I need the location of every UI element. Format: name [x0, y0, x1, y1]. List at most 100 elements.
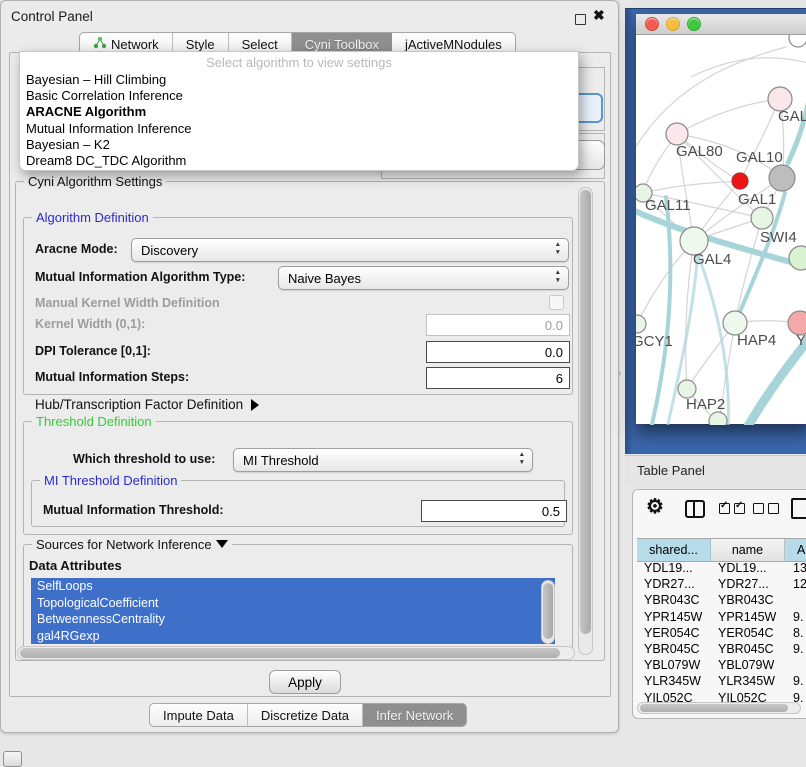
splitpane-handle[interactable]: › — [618, 368, 621, 379]
table-cell: 9. — [785, 673, 806, 689]
table-row[interactable]: YPR145WYPR145W9. — [637, 609, 806, 625]
table-header: shared... name A — [637, 538, 806, 562]
mi-steps-input[interactable] — [426, 367, 570, 389]
deselect-all-icon[interactable] — [753, 503, 779, 514]
network-canvas[interactable]: GALGAL80GAL10GAL11GAL1GAL4SWI4GCY1HAP4YH… — [636, 35, 806, 425]
algorithm-dropdown-list: Bayesian – Hill ClimbingBasic Correlatio… — [20, 72, 578, 169]
table-cell: 8. — [785, 625, 806, 641]
column-header-partial[interactable]: A — [785, 539, 806, 561]
sources-group-title[interactable]: Sources for Network Inference — [32, 537, 232, 552]
attribute-list-item[interactable]: gal4RGexp — [31, 628, 555, 645]
mi-algorithm-type-combobox[interactable]: Naive Bayes ▲▼ — [278, 266, 569, 290]
tab-label: Cyni Toolbox — [305, 37, 379, 52]
table-cell: YDL19... — [711, 560, 785, 576]
kernel-width-input[interactable] — [426, 314, 570, 336]
manual-kernel-width-checkbox[interactable] — [549, 295, 564, 310]
table-row[interactable]: YDR27...YDR27...12 — [637, 576, 806, 592]
table-horizontal-scrollbar[interactable] — [637, 702, 801, 714]
close-traffic-light[interactable] — [645, 17, 659, 31]
data-attributes-list[interactable]: SelfLoopsTopologicalCoefficientBetweenne… — [31, 578, 555, 644]
select-all-icon[interactable] — [719, 503, 745, 514]
table-cell: YDR27... — [711, 576, 785, 592]
table-panel: ⚙ shared... name A YDL19...YDL19...13YDR… — [632, 489, 806, 719]
combobox-value: Discovery — [141, 243, 198, 258]
tab-impute-data[interactable]: Impute Data — [150, 704, 248, 726]
network-node-swi4[interactable] — [789, 246, 806, 270]
table-cell — [785, 592, 806, 608]
network-window-titlebar[interactable] — [636, 14, 806, 35]
algorithm-option[interactable]: ARACNE Algorithm — [20, 104, 578, 120]
network-node-gcy1[interactable] — [636, 315, 646, 333]
table-row[interactable]: YBR045CYBR045C9. — [637, 641, 806, 657]
table-cell: YPR145W — [711, 609, 785, 625]
unchecked-box-icon — [768, 503, 779, 514]
which-threshold-combobox[interactable]: MI Threshold ▲▼ — [233, 448, 533, 472]
minimized-window-icon[interactable] — [3, 751, 22, 767]
attribute-list-item[interactable]: BetweennessCentrality — [31, 611, 555, 628]
settings-vertical-scrollbar[interactable] — [578, 187, 593, 655]
table-cell — [785, 657, 806, 673]
columns-icon[interactable] — [685, 500, 705, 518]
table-cell: YBR045C — [637, 641, 711, 657]
column-header-shared-name[interactable]: shared... — [637, 539, 711, 561]
window-title: Control Panel — [11, 9, 93, 24]
tab-discretize-data[interactable]: Discretize Data — [248, 704, 363, 726]
collapse-arrow-icon — [216, 540, 228, 548]
float-window-icon[interactable] — [575, 14, 586, 25]
network-node-selected-red[interactable] — [732, 173, 748, 189]
network-node-partial-bottom[interactable] — [709, 412, 727, 425]
network-node-partial-top[interactable] — [789, 35, 806, 47]
table-cell: YLR345W — [711, 673, 785, 689]
table-cell: YLR345W — [637, 673, 711, 689]
zoom-traffic-light[interactable] — [687, 17, 701, 31]
attributes-list-scrollbar[interactable] — [541, 580, 555, 644]
table-row[interactable]: YBR043CYBR043C — [637, 592, 806, 608]
tab-label: jActiveMNodules — [405, 37, 502, 52]
algorithm-option[interactable]: Mutual Information Inference — [20, 121, 578, 137]
mi-threshold-input[interactable] — [421, 500, 567, 522]
network-node-gal80[interactable] — [666, 123, 688, 145]
column-header-name[interactable]: name — [711, 539, 785, 561]
dpi-tolerance-input[interactable] — [426, 341, 570, 363]
network-node-gal10[interactable] — [769, 165, 795, 191]
minimize-traffic-light[interactable] — [666, 17, 680, 31]
node-label: GAL10 — [736, 149, 783, 166]
table-cell: YDL19... — [637, 560, 711, 576]
group-title: Cyni Algorithm Settings — [24, 174, 166, 189]
combobox-value: Naive Bayes — [288, 271, 361, 286]
table-panel-titlebar: Table Panel — [625, 455, 806, 485]
algorithm-option[interactable]: Basic Correlation Inference — [20, 88, 578, 104]
table-cell: 12 — [785, 576, 806, 592]
tab-label: Impute Data — [163, 708, 234, 723]
gear-icon[interactable]: ⚙ — [646, 494, 664, 519]
node-label: GCY1 — [636, 333, 673, 350]
attribute-list-item[interactable]: TopologicalCoefficient — [31, 595, 555, 612]
table-panel-title: Table Panel — [637, 463, 705, 478]
document-icon[interactable] — [791, 498, 806, 519]
attribute-list-item[interactable]: SelfLoops — [31, 578, 555, 595]
tab-label: Network — [111, 37, 159, 52]
network-tab-icon — [93, 36, 106, 52]
table-cell: YBR043C — [637, 592, 711, 608]
table-row[interactable]: YER054CYER054C8. — [637, 625, 806, 641]
algorithm-option[interactable]: Bayesian – K2 — [20, 137, 578, 153]
combobox-stepper-icon: ▲▼ — [555, 241, 561, 257]
hub-transcription-factor-section[interactable]: Hub/Transcription Factor Definition — [35, 397, 259, 412]
network-view-window: GALGAL80GAL10GAL11GAL1GAL4SWI4GCY1HAP4YH… — [636, 14, 806, 424]
algorithm-combobox[interactable]: Select algorithm to view settings — [20, 52, 578, 72]
aracne-mode-combobox[interactable]: Discovery ▲▼ — [131, 238, 569, 262]
settings-horizontal-scrollbar[interactable] — [17, 646, 575, 660]
apply-button[interactable]: Apply — [269, 670, 341, 694]
table-cell: 13 — [785, 560, 806, 576]
table-cell: YBR045C — [711, 641, 785, 657]
algorithm-option[interactable]: Bayesian – Hill Climbing — [20, 72, 578, 88]
table-row[interactable]: YDL19...YDL19...13 — [637, 560, 806, 576]
algorithm-option[interactable]: Dream8 DC_TDC Algorithm — [20, 153, 578, 169]
tab-infer-network[interactable]: Infer Network — [363, 704, 466, 726]
aracne-mode-label: Aracne Mode: — [35, 242, 118, 256]
table-row[interactable]: YLR345WYLR345W9. — [637, 673, 806, 689]
table-row[interactable]: YBL079WYBL079W — [637, 657, 806, 673]
network-node-gal1[interactable] — [751, 207, 773, 229]
close-window-icon[interactable]: ✖ — [593, 7, 605, 24]
combobox-stepper-icon: ▲▼ — [555, 269, 561, 285]
